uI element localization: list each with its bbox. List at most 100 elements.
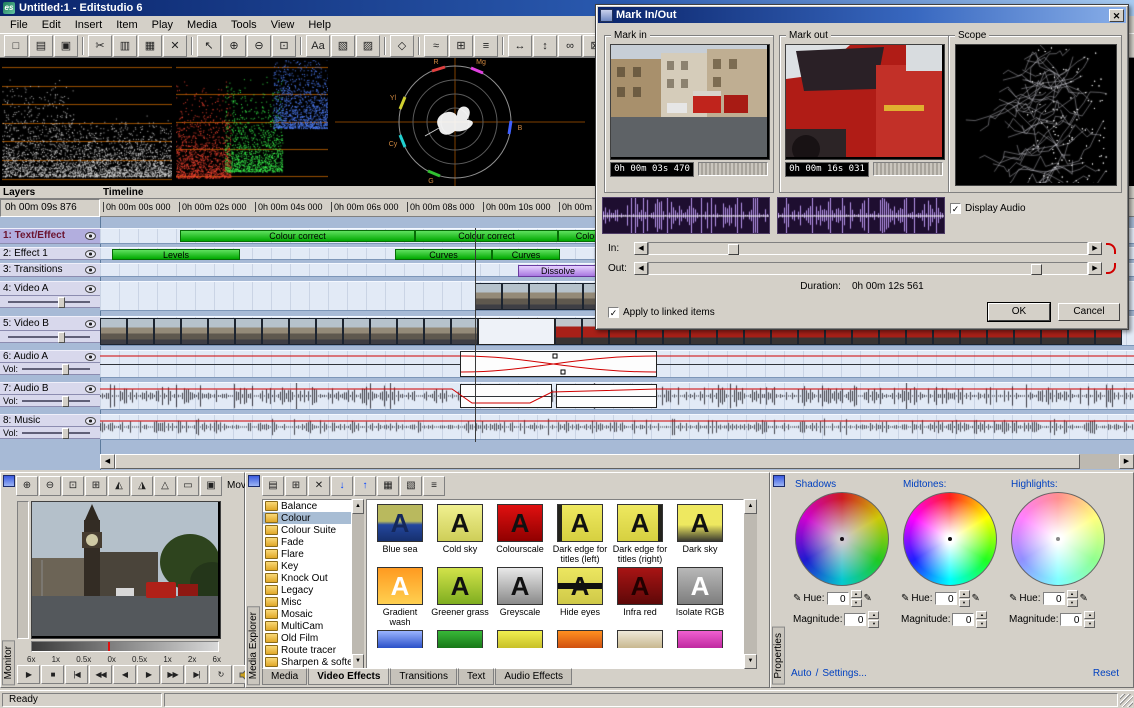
save-button[interactable]: ▣ (54, 35, 78, 57)
folder-item[interactable]: Colour Suite (263, 524, 351, 536)
out-decrement-icon[interactable]: ◀ (634, 262, 648, 275)
folder-item[interactable]: Mosaic (263, 608, 351, 620)
effects-grid-scrollbar[interactable]: ▲ ▼ (744, 499, 757, 669)
in-increment-icon[interactable]: ▶ (1088, 242, 1102, 255)
effect-item-partial[interactable] (611, 630, 669, 648)
new-folder-icon[interactable]: ⊞ (285, 476, 307, 496)
folder-item[interactable]: Route tracer (263, 644, 351, 656)
shadows-color-wheel[interactable] (795, 492, 889, 586)
zoom-in-button[interactable]: ⊕ (222, 35, 246, 57)
visibility-icon[interactable] (85, 320, 96, 328)
visibility-icon[interactable] (85, 266, 96, 274)
scrollbar-thumb[interactable] (115, 454, 1080, 469)
effect-item[interactable]: AIsolate RGB (671, 567, 729, 627)
spin-up-icon[interactable]: ▲ (851, 590, 862, 598)
select-tool-button[interactable]: ↖ (197, 35, 221, 57)
menu-tools[interactable]: Tools (224, 18, 264, 32)
menu-file[interactable]: File (3, 18, 35, 32)
display-audio-checkbox[interactable]: ✓ (950, 203, 961, 214)
clip-curves-2[interactable]: Curves (492, 249, 560, 260)
video-b-opacity-slider[interactable] (0, 331, 100, 343)
slider-knob[interactable] (62, 396, 69, 407)
effect-item[interactable]: ACold sky (431, 504, 489, 564)
details-view-icon[interactable]: ≡ (423, 476, 445, 496)
settings-link[interactable]: Settings... (822, 668, 866, 679)
effect-item-partial[interactable] (491, 630, 549, 648)
scroll-down-icon[interactable]: ▼ (744, 654, 757, 669)
tab-video-effects[interactable]: Video Effects (308, 668, 389, 685)
step-forward-button[interactable]: ▶ (137, 665, 160, 684)
sort-ascending-icon[interactable]: ↑ (354, 476, 376, 496)
spin-up-icon[interactable]: ▲ (1084, 611, 1095, 619)
monitor-panel-tab[interactable]: Monitor (2, 640, 15, 685)
playhead[interactable] (475, 228, 476, 442)
folder-item[interactable]: Old Film (263, 632, 351, 644)
monitor-side-strip[interactable] (17, 501, 29, 639)
menu-play[interactable]: Play (145, 18, 180, 32)
menu-view[interactable]: View (264, 18, 302, 32)
video-b-transition-region[interactable] (478, 318, 555, 345)
menu-edit[interactable]: Edit (35, 18, 68, 32)
magnitude-input[interactable]: 0 (844, 613, 866, 626)
menu-item[interactable]: Item (109, 18, 144, 32)
hue-input[interactable]: 0 (1043, 592, 1065, 605)
effect-item[interactable]: AInfra red (611, 567, 669, 627)
visibility-icon[interactable] (85, 232, 96, 240)
slider-knob[interactable] (62, 428, 69, 439)
tab-audio-effects[interactable]: Audio Effects (495, 668, 572, 685)
magnitude-spinner[interactable]: ▲▼ (976, 611, 987, 628)
music-volume-slider[interactable]: Vol: (0, 427, 100, 439)
hue-spinner[interactable]: ▲▼ (851, 590, 862, 607)
clip-dissolve[interactable]: Dissolve (518, 265, 598, 277)
loop-button[interactable]: ↻ (209, 665, 232, 684)
zoom-out-icon[interactable]: ⊖ (39, 476, 61, 496)
audio-b-volume-slider[interactable]: Vol: (0, 395, 100, 407)
effect-item[interactable]: AGradient wash (371, 567, 429, 627)
overlay-icon[interactable]: △ (154, 476, 176, 496)
auto-link[interactable]: Auto (791, 668, 812, 679)
small-icons-icon[interactable]: ▧ (400, 476, 422, 496)
effect-item[interactable]: AGreener grass (431, 567, 489, 627)
tree-scrollbar[interactable]: ▲ ▼ (352, 499, 364, 669)
list-view-button[interactable]: ▨ (356, 35, 380, 57)
monitor-seekbar[interactable] (31, 641, 219, 652)
panel-dock-icon[interactable] (773, 475, 785, 487)
eyedropper-icon[interactable]: ✎ (1009, 593, 1017, 604)
spin-up-icon[interactable]: ▲ (959, 590, 970, 598)
paste-button[interactable]: ▦ (138, 35, 162, 57)
spin-down-icon[interactable]: ▼ (1084, 620, 1095, 628)
open-folder-icon[interactable]: ▤ (262, 476, 284, 496)
midtones-color-wheel[interactable] (903, 492, 997, 586)
new-button[interactable]: □ (4, 35, 28, 57)
add-track-button[interactable]: ⊞ (449, 35, 473, 57)
grid-icon[interactable]: ▣ (200, 476, 222, 496)
effect-item[interactable]: AGreyscale (491, 567, 549, 627)
scroll-up-icon[interactable]: ▲ (744, 499, 757, 514)
effect-item[interactable]: ADark sky (671, 504, 729, 564)
fast-forward-button[interactable]: ▶▶ (161, 665, 184, 684)
compare-right-icon[interactable]: ◮ (131, 476, 153, 496)
folder-item[interactable]: Balance (263, 500, 351, 512)
mixer-button[interactable]: ≡ (474, 35, 498, 57)
link-items-button[interactable]: ∞ (558, 35, 582, 57)
spin-down-icon[interactable]: ▼ (868, 620, 879, 628)
visibility-icon[interactable] (85, 250, 96, 258)
clip-colour-correct-2[interactable]: Colour correct (415, 230, 558, 242)
spin-down-icon[interactable]: ▼ (976, 620, 987, 628)
in-slider-thumb[interactable] (728, 244, 739, 255)
menu-media[interactable]: Media (180, 18, 224, 32)
in-decrement-icon[interactable]: ◀ (634, 242, 648, 255)
menu-insert[interactable]: Insert (68, 18, 110, 32)
open-button[interactable]: ▤ (29, 35, 53, 57)
effect-item[interactable]: AColourscale (491, 504, 549, 564)
go-end-button[interactable]: ▶| (185, 665, 208, 684)
apply-linked-checkbox[interactable]: ✓ (608, 307, 619, 318)
spin-down-icon[interactable]: ▼ (1067, 599, 1078, 607)
clip-colour-correct-1[interactable]: Colour correct (180, 230, 415, 242)
cut-button[interactable]: ✂ (88, 35, 112, 57)
folder-item[interactable]: Key (263, 560, 351, 572)
slider-knob[interactable] (58, 332, 65, 343)
folder-item[interactable]: Knock Out (263, 572, 351, 584)
spin-down-icon[interactable]: ▼ (851, 599, 862, 607)
eyedropper-icon[interactable]: ✎ (793, 593, 801, 604)
